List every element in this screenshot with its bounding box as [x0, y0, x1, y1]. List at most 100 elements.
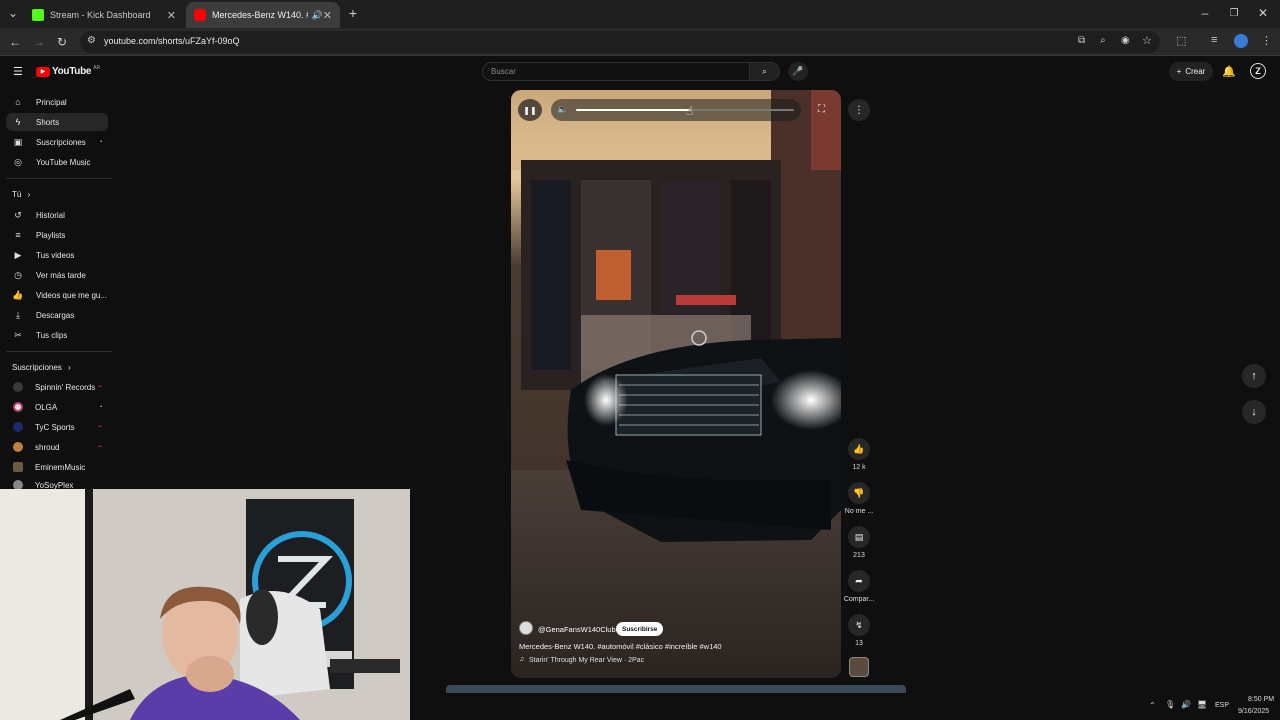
sidebar-item-shorts[interactable]: ϟ Shorts: [6, 113, 108, 131]
channel-avatar[interactable]: [519, 621, 533, 635]
speaker-icon[interactable]: 🔊: [1181, 700, 1191, 709]
music-track[interactable]: Starin' Through My Rear View · 2Pac: [529, 657, 644, 664]
create-label: Crear: [1185, 67, 1206, 76]
volume-slider-track[interactable]: [576, 109, 794, 111]
sidebar-item-youtube-music[interactable]: ◎ YouTube Music: [6, 153, 108, 171]
clock-date[interactable]: 9/16/2025: [1238, 708, 1269, 715]
tab-youtube-short[interactable]: Mercedes-Benz W140. #aut 🔊 ✕: [186, 2, 340, 28]
zoom-icon[interactable]: ⌕: [1100, 35, 1106, 46]
subscription-shroud[interactable]: shroud ••: [6, 438, 108, 456]
sidebar-item-playlists[interactable]: ≡ Playlists: [6, 226, 108, 244]
tab-search-chevron-icon[interactable]: ⌄: [4, 4, 22, 22]
sidebar-item-ver-mas-tarde[interactable]: ◷ Ver más tarde: [6, 266, 108, 284]
more-options-button[interactable]: ⋮: [848, 99, 870, 121]
subscription-olga[interactable]: OLGA •: [6, 398, 108, 416]
microphone-icon[interactable]: 🎙: [1165, 700, 1175, 709]
sidebar-divider: [6, 351, 112, 352]
dislike-button[interactable]: 👎 No me ...: [845, 482, 873, 515]
window-close-icon[interactable]: ✕: [1254, 4, 1272, 22]
close-icon[interactable]: ✕: [167, 9, 176, 22]
notifications-bell-icon[interactable]: 🔔: [1222, 65, 1236, 78]
network-icon[interactable]: 🖥: [1197, 700, 1207, 709]
subscription-eminem-music[interactable]: EminemMusic: [6, 458, 108, 476]
short-video-player[interactable]: [511, 90, 841, 678]
close-icon[interactable]: ✕: [323, 9, 332, 22]
search-input[interactable]: Buscar: [482, 62, 750, 81]
url-text[interactable]: youtube.com/shorts/uFZaYf-09oQ: [104, 36, 240, 46]
reload-icon[interactable]: ↻: [53, 33, 71, 51]
speaker-icon[interactable]: 🔊: [312, 10, 323, 21]
bookmark-star-icon[interactable]: ☆: [1142, 34, 1152, 47]
live-indicator: ••: [98, 424, 102, 430]
webcam-feed-image: [0, 489, 410, 720]
chevron-right-icon: ›: [68, 363, 71, 372]
subscription-tyc-sports[interactable]: TyC Sports ••: [6, 418, 108, 436]
sidebar-item-label: Shorts: [36, 117, 60, 127]
comments-button[interactable]: ▤ 213: [846, 526, 872, 559]
channel-handle[interactable]: @GenaFansW140Club: [538, 625, 616, 634]
audio-source-thumbnail[interactable]: [849, 657, 869, 677]
sidebar-item-label: Descargas: [36, 310, 75, 320]
next-short-preview[interactable]: [446, 685, 906, 693]
previous-short-button[interactable]: ↑: [1242, 364, 1266, 388]
back-icon[interactable]: ←: [6, 33, 24, 51]
create-button[interactable]: + Crear: [1169, 62, 1213, 81]
account-avatar[interactable]: Z: [1250, 63, 1266, 79]
minimize-icon[interactable]: –: [1196, 4, 1214, 22]
clock-time[interactable]: 8:50 PM: [1248, 696, 1274, 703]
sidebar-item-label: Videos que me gu...: [36, 290, 108, 300]
music-note-icon: ♫: [519, 656, 525, 663]
sidebar-item-label: Suscripciones: [36, 137, 86, 147]
sidebar-item-label: Tus clips: [36, 330, 68, 340]
channel-avatar: [13, 402, 23, 412]
sidebar-item-principal[interactable]: ⌂ Principal: [6, 93, 108, 111]
search-button[interactable]: ⌕: [750, 62, 780, 81]
tab-title: Mercedes-Benz W140. #aut: [212, 10, 308, 20]
pause-button[interactable]: ❚❚: [518, 99, 542, 121]
share-button[interactable]: ➦ Compar...: [844, 570, 874, 603]
volume-control[interactable]: 🔈: [551, 99, 801, 121]
home-icon: ⌂: [15, 97, 21, 107]
watch-later-icon: ◷: [14, 269, 22, 280]
subscriptions-section-title[interactable]: Suscripciones ›: [12, 363, 71, 372]
like-button[interactable]: 👍 12 k: [846, 438, 872, 471]
sidebar-item-suscripciones[interactable]: ▣ Suscripciones •: [6, 133, 108, 151]
webcam-overlay: [0, 489, 410, 720]
subscription-yosoyplex[interactable]: YoSoyPlex: [6, 478, 108, 489]
restore-icon[interactable]: ❐: [1225, 4, 1243, 22]
media-controls-icon[interactable]: ≡: [1211, 34, 1217, 46]
new-tab-icon[interactable]: +: [344, 4, 362, 22]
sidebar-item-tus-videos[interactable]: ▶ Tus videos: [6, 246, 108, 264]
channel-name: OLGA: [35, 402, 58, 412]
tracking-icon[interactable]: ◉: [1121, 35, 1130, 46]
input-language[interactable]: ESP: [1215, 702, 1229, 709]
subscribe-button[interactable]: Suscribirse: [616, 622, 664, 636]
subscription-spinnin-records[interactable]: Spinnin' Records ••: [6, 378, 108, 396]
remix-count: 13: [855, 640, 863, 647]
remix-button[interactable]: ↯ 13: [846, 614, 872, 647]
sidebar-item-historial[interactable]: ↺ Historial: [6, 206, 108, 224]
next-short-button[interactable]: ↓: [1242, 400, 1266, 424]
tab-kick-dashboard[interactable]: Stream - Kick Dashboard ✕: [24, 2, 184, 28]
site-info-icon[interactable]: ⚙: [87, 35, 96, 46]
install-app-icon[interactable]: ⧉: [1078, 35, 1085, 46]
shorts-icon: ϟ: [15, 117, 21, 127]
forward-icon[interactable]: →: [30, 33, 48, 51]
plus-icon: +: [1176, 67, 1182, 76]
extensions-icon[interactable]: ⬚: [1176, 34, 1186, 47]
you-section-title[interactable]: Tú ›: [12, 190, 30, 199]
sidebar-item-tus-clips[interactable]: ✂ Tus clips: [6, 326, 108, 344]
voice-search-button[interactable]: 🎤: [788, 62, 808, 81]
sidebar-item-liked-videos[interactable]: 👍 Videos que me gu...: [6, 286, 108, 304]
address-bar[interactable]: [80, 31, 1160, 53]
tray-overflow-icon[interactable]: ⌃: [1149, 701, 1156, 710]
sidebar-item-descargas[interactable]: ⤓ Descargas: [6, 306, 108, 324]
short-title[interactable]: Mercedes-Benz W140. #automóvil #clásico …: [519, 642, 722, 651]
menu-kebab-icon[interactable]: ⋮: [1261, 34, 1272, 47]
profile-avatar[interactable]: [1234, 34, 1248, 48]
fullscreen-icon[interactable]: ⛶: [818, 104, 825, 115]
channel-name: Spinnin' Records: [35, 382, 96, 392]
channel-name: shroud: [35, 442, 60, 452]
liked-icon: 👍: [12, 289, 24, 300]
remix-icon: ↯: [848, 614, 870, 636]
